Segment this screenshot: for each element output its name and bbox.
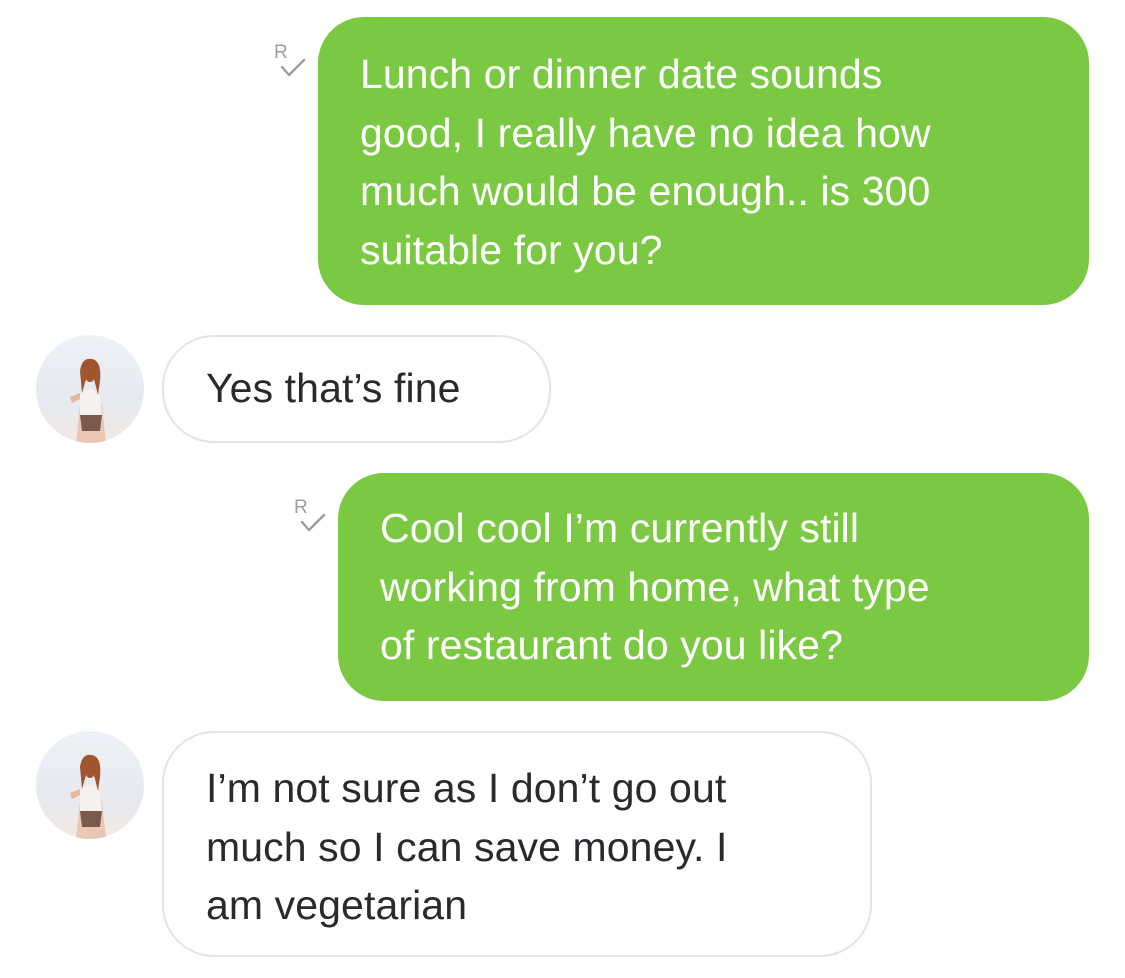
message-text-line: Cool cool I’m currently still (380, 505, 860, 551)
message-text-line: suitable for you? (360, 226, 663, 273)
message-text-line: I’m not sure as I don’t go out (206, 765, 727, 811)
message-thread: R Lunch or dinner date sounds good, I re… (0, 0, 1125, 978)
message-text-line: Yes that’s fine (206, 365, 461, 411)
message-text-line: Lunch or dinner date sounds (360, 51, 883, 97)
message-bubble[interactable]: Yes that’s fine (162, 335, 551, 443)
svg-text:R: R (274, 42, 288, 63)
message-text-line: good, I really have no idea how (360, 109, 931, 156)
message-bubble[interactable]: Lunch or dinner date sounds good, I real… (318, 17, 1089, 305)
message-text-line: am vegetarian (206, 882, 468, 928)
contact-avatar[interactable] (36, 731, 144, 839)
message-bubble[interactable]: Cool cool I’m currently still working fr… (338, 473, 1089, 701)
read-receipt-icon: R (272, 40, 308, 78)
message-text-line: much would be enough.. is 300 (360, 168, 931, 214)
message-text-line: of restaurant do you like? (380, 622, 843, 668)
svg-text:R: R (294, 497, 308, 518)
contact-avatar[interactable] (36, 335, 144, 443)
message-text-line: working from home, what type (380, 563, 930, 610)
message-text-line: much so I can save money. I (206, 823, 728, 870)
read-receipt-icon: R (292, 495, 328, 533)
message-bubble[interactable]: I’m not sure as I don’t go out much so I… (162, 731, 872, 957)
